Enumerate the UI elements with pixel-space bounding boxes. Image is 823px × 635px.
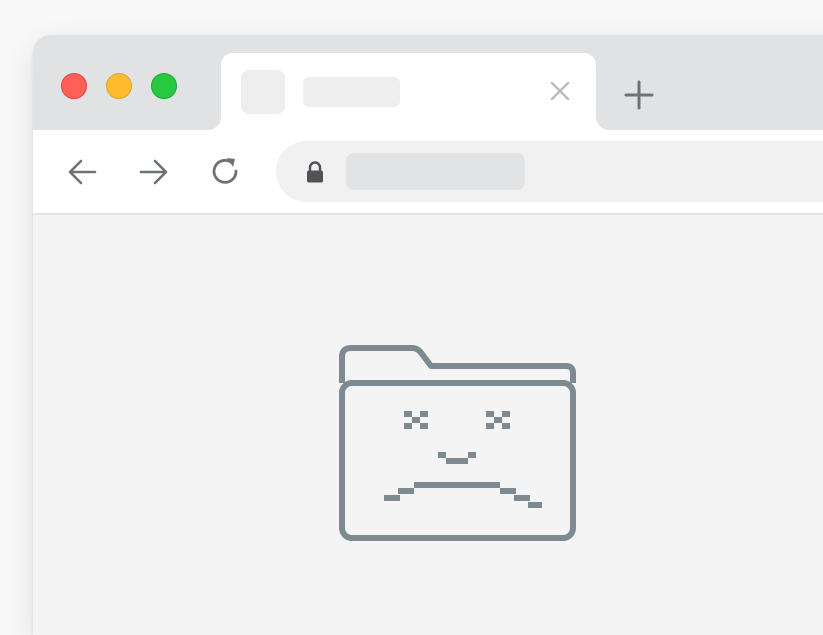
sad-folder-icon — [336, 345, 576, 542]
browser-window — [33, 35, 823, 635]
tab-strip — [33, 35, 823, 130]
plus-icon[interactable] — [623, 79, 655, 111]
tab-favicon-placeholder — [241, 70, 285, 114]
window-minimize-button[interactable] — [106, 73, 132, 99]
reload-icon[interactable] — [209, 155, 243, 189]
url-placeholder[interactable] — [346, 153, 525, 190]
arrow-right-icon[interactable] — [137, 155, 171, 189]
active-tab[interactable] — [207, 53, 610, 130]
window-zoom-button[interactable] — [151, 73, 177, 99]
tab-title-placeholder — [303, 77, 400, 107]
lock-icon — [304, 160, 326, 184]
browser-toolbar — [33, 130, 823, 215]
page-content — [33, 215, 823, 635]
address-bar[interactable] — [276, 141, 823, 202]
close-icon[interactable] — [548, 79, 572, 103]
window-close-button[interactable] — [61, 73, 87, 99]
arrow-left-icon[interactable] — [65, 155, 99, 189]
